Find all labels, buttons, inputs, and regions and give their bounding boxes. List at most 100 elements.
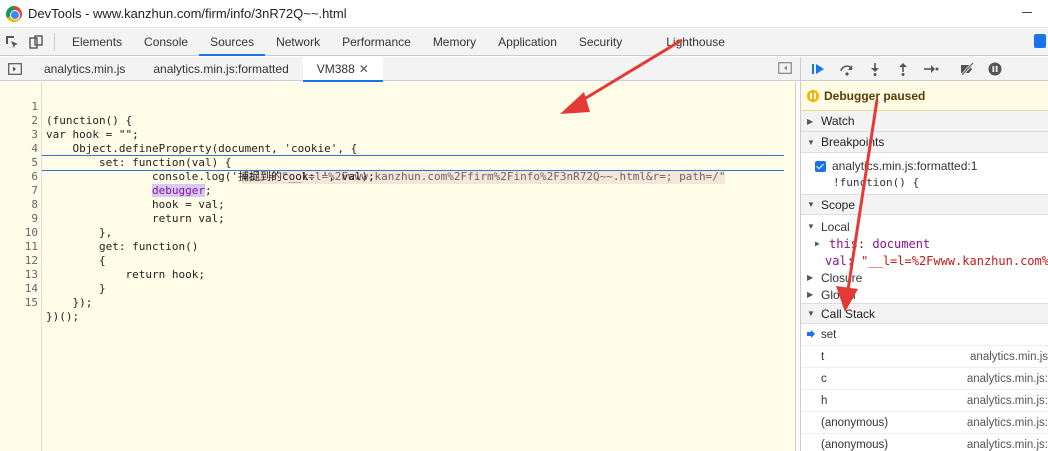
current-frame-arrow-icon: [807, 330, 815, 338]
deactivate-breakpoints-icon[interactable]: [957, 59, 977, 79]
close-icon[interactable]: ✕: [359, 62, 369, 76]
scope-val[interactable]: val: "__l=l=%2Fwww.kanzhun.com%2Ff: [801, 252, 1048, 269]
call-frame[interactable]: (anonymous) analytics.min.js:: [801, 434, 1048, 451]
frame-location[interactable]: analytics.min.js:: [967, 439, 1048, 451]
frame-location[interactable]: analytics.min.js:: [967, 395, 1048, 407]
debugger-paused-banner: Debugger paused: [801, 81, 1048, 111]
call-frame[interactable]: set: [801, 324, 1048, 346]
source-file-tabs: analytics.min.js analytics.min.js:format…: [0, 56, 800, 82]
device-toolbar-icon[interactable]: [24, 29, 48, 55]
window-title: DevTools - www.kanzhun.com/firm/info/3nR…: [28, 6, 347, 21]
devtools-main-tabs: Elements Console Sources Network Perform…: [0, 29, 1048, 56]
global-label: Global: [821, 287, 856, 302]
frame-location[interactable]: analytics.min.js:: [967, 373, 1048, 385]
file-tab-analytics[interactable]: analytics.min.js: [30, 57, 139, 81]
collapse-triangle-icon: ▼: [807, 309, 815, 318]
collapse-triangle-icon: ▼: [807, 137, 815, 147]
breakpoint-row[interactable]: analytics.min.js:formatted:1: [801, 158, 1048, 174]
tab-network[interactable]: Network: [265, 29, 331, 55]
scope-this[interactable]: ▶ this: document: [801, 235, 1048, 252]
tab-elements[interactable]: Elements: [61, 29, 133, 55]
paused-label: Debugger paused: [824, 88, 926, 103]
code-line: 10 get: function(): [0, 212, 796, 253]
frame-function: h: [821, 394, 828, 407]
issues-badge-icon[interactable]: [1034, 34, 1046, 48]
code-line: 2 var hook = "";: [0, 100, 796, 141]
scope-key: val: [825, 253, 847, 268]
frame-location[interactable]: analytics.min.js: [970, 351, 1048, 363]
watch-label: Watch: [821, 114, 855, 128]
toggle-debugger-sidebar-icon[interactable]: [778, 62, 792, 77]
tab-performance[interactable]: Performance: [331, 29, 422, 55]
pause-on-exceptions-icon[interactable]: [985, 59, 1005, 79]
watch-section-header[interactable]: ▶ Watch: [801, 111, 1048, 132]
tab-application[interactable]: Application: [487, 29, 568, 55]
call-stack-label: Call Stack: [821, 306, 876, 321]
code-line: 14 });: [0, 268, 796, 309]
frame-function: c: [821, 372, 827, 385]
current-execution-line: 6 debugger;: [31, 155, 784, 197]
debugger-sidebar: Debugger paused ▶ Watch ▼ Breakpoints an…: [800, 57, 1048, 451]
file-tab-vm388[interactable]: VM388 ✕: [302, 56, 383, 82]
line-number[interactable]: 15: [0, 296, 38, 310]
line-number[interactable]: 5: [0, 156, 38, 170]
code-editor[interactable]: 1 (function() { 2 var hook = ""; 3 Objec…: [0, 82, 796, 451]
call-frame[interactable]: (anonymous) analytics.min.js:: [801, 412, 1048, 434]
step-icon[interactable]: [921, 59, 941, 79]
tab-sources[interactable]: Sources: [199, 29, 266, 56]
call-frame[interactable]: h analytics.min.js:: [801, 390, 1048, 412]
call-stack-section-header[interactable]: ▼ Call Stack: [801, 303, 1048, 324]
breakpoint-code: !function() {: [833, 175, 920, 189]
code-line: 7 hook = val;: [0, 170, 796, 211]
window-titlebar: DevTools - www.kanzhun.com/firm/info/3nR…: [0, 0, 1048, 28]
tab-memory[interactable]: Memory: [422, 29, 487, 55]
code-line: 15 })();: [0, 282, 796, 323]
scope-key: this: [829, 236, 858, 251]
scope-section-header[interactable]: ▼ Scope: [801, 194, 1048, 215]
code-line: 9 },: [0, 198, 796, 239]
scope-label: Scope: [821, 197, 856, 212]
code-line: 8 return val;: [0, 184, 796, 225]
call-frame[interactable]: t analytics.min.js: [801, 346, 1048, 368]
breakpoint-item: analytics.min.js:formatted:1 !function()…: [801, 153, 1048, 194]
breakpoints-section-header[interactable]: ▼ Breakpoints: [801, 132, 1048, 153]
frame-location[interactable]: analytics.min.js:: [967, 417, 1048, 429]
breakpoint-location: analytics.min.js:formatted:1: [832, 159, 978, 173]
breakpoint-checkbox[interactable]: [815, 160, 826, 172]
breakpoints-label: Breakpoints: [821, 135, 885, 149]
step-into-icon[interactable]: [865, 59, 885, 79]
code-text: })();: [46, 310, 80, 323]
chrome-logo-icon: [6, 5, 22, 22]
step-out-icon[interactable]: [893, 59, 913, 79]
local-label: Local: [821, 219, 850, 234]
tab-lighthouse[interactable]: Lighthouse: [655, 29, 736, 55]
code-line: 12 return hook;: [0, 240, 796, 281]
code-line: 11 {: [0, 226, 796, 267]
tab-security[interactable]: Security: [568, 29, 633, 55]
resume-icon[interactable]: [809, 59, 829, 79]
scope-tree: ▼ Local ▶ this: document val: "__l=l=%2F…: [801, 215, 1048, 303]
collapse-triangle-icon: ▼: [807, 222, 815, 231]
inspect-element-icon[interactable]: [0, 29, 24, 55]
call-frame[interactable]: c analytics.min.js:: [801, 368, 1048, 390]
code-text: });: [46, 296, 93, 309]
scope-closure[interactable]: ▶ Closure: [801, 269, 1048, 286]
scope-value: document: [872, 236, 931, 251]
frame-function: t: [821, 350, 825, 363]
scope-value: "__l=l=%2Fwww.kanzhun.com%2Ff: [861, 253, 1048, 268]
paused-icon: [807, 89, 819, 102]
minimize-icon[interactable]: [1022, 12, 1032, 13]
tab-console[interactable]: Console: [133, 29, 199, 55]
code-line: 4 set: function(val) { val = "__l=l=%2Fw…: [0, 128, 796, 184]
frame-function: (anonymous): [821, 416, 889, 429]
file-tab-analytics-formatted[interactable]: analytics.min.js:formatted: [139, 57, 302, 81]
expand-triangle-icon: ▶: [815, 239, 820, 248]
scope-global[interactable]: ▶ Global: [801, 286, 1048, 303]
collapse-triangle-icon: ▼: [807, 200, 815, 209]
step-over-icon[interactable]: [837, 59, 857, 79]
expand-triangle-icon: ▶: [807, 290, 814, 299]
code-line: 13 }: [0, 254, 796, 295]
scope-local[interactable]: ▼ Local: [801, 218, 1048, 235]
frame-function: set: [821, 328, 837, 341]
toggle-navigator-icon[interactable]: [0, 56, 30, 82]
